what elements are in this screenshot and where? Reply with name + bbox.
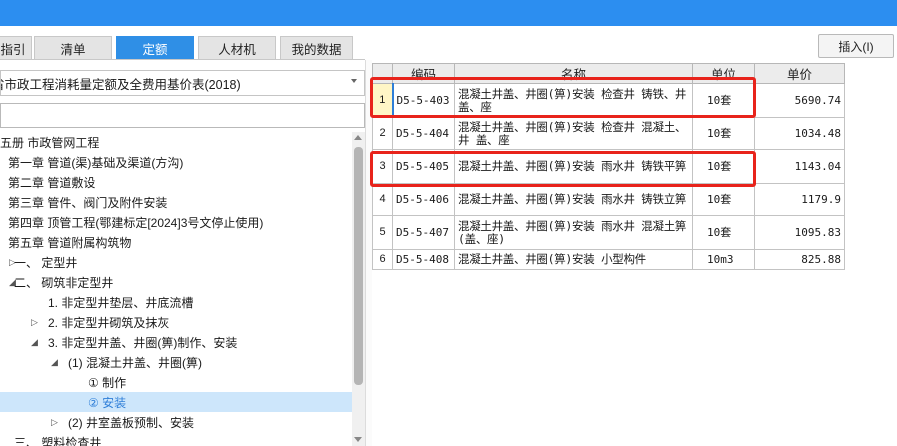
tree-item[interactable]: ▷ 一、 定型井 xyxy=(0,252,352,272)
quota-code-cell[interactable]: D5-5-407 xyxy=(392,215,455,250)
quota-library-selected-value: 省市政工程消耗量定额及全费用基价表(2018) xyxy=(0,77,241,92)
tree-item[interactable]: ◢ (1) 混凝土井盖、井圈(箅) xyxy=(0,352,352,372)
tree-expanded-arrow-icon[interactable]: ◢ xyxy=(51,357,58,368)
scroll-down-arrow-icon[interactable] xyxy=(354,437,362,442)
tab-my-data[interactable]: 我的数据 xyxy=(280,36,353,60)
tree-item-label: 第三章 管件、阀门及附件安装 xyxy=(8,195,168,210)
quota-price-cell[interactable]: 1179.9 xyxy=(754,183,845,216)
quota-code-cell[interactable]: D5-5-404 xyxy=(392,117,455,150)
tab-quota-label: 定额 xyxy=(142,43,168,57)
chevron-down-icon[interactable] xyxy=(351,79,357,83)
tree-item[interactable]: ◢ 3. 非定型井盖、井圈(箅)制作、安装 xyxy=(0,332,352,352)
tree-collapsed-arrow-icon[interactable]: ▷ xyxy=(51,417,58,428)
quota-name-cell[interactable]: 混凝土井盖、井圈(箅)安装 雨水井 混凝土箅(盖、座) xyxy=(454,215,693,250)
tree-item[interactable]: 三、 塑料检查井 xyxy=(0,432,352,446)
quota-name-cell[interactable]: 混凝土井盖、井圈(箅)安装 小型构件 xyxy=(454,249,693,270)
quota-library-select[interactable]: 省市政工程消耗量定额及全费用基价表(2018) xyxy=(0,70,365,96)
tree-item-label: (1) 混凝土井盖、井圈(箅) xyxy=(68,355,202,370)
tree-collapsed-arrow-icon[interactable]: ▷ xyxy=(31,317,38,328)
tree-item-label: (2) 井室盖板预制、安装 xyxy=(68,415,195,430)
tree-item[interactable]: 第四章 顶管工程(鄂建标定[2024]3号文停止使用) xyxy=(0,212,352,232)
tree-item-label: ② 安装 xyxy=(88,395,127,410)
highlight-box-row-1 xyxy=(370,77,756,118)
tree-scrollbar-thumb[interactable] xyxy=(354,147,363,385)
tree-item-label: 三、 塑料检查井 xyxy=(14,435,102,446)
tab-labor-material-machine-label: 人材机 xyxy=(218,43,256,57)
tree-item-label: ① 制作 xyxy=(88,375,127,390)
tree-item-label: 3. 非定型井盖、井圈(箅)制作、安装 xyxy=(48,335,238,350)
row-index-cell[interactable]: 6 xyxy=(372,249,393,270)
title-bar xyxy=(0,0,897,26)
quota-unit-cell[interactable]: 10m3 xyxy=(692,249,755,270)
quota-price-cell[interactable]: 1095.83 xyxy=(754,215,845,250)
tree-item-label: 二、 砌筑非定型井 xyxy=(14,275,114,290)
row-index-cell[interactable]: 5 xyxy=(372,215,393,250)
tree-item[interactable]: ▷ (2) 井室盖板预制、安装 xyxy=(0,412,352,432)
quota-price-cell[interactable]: 825.88 xyxy=(754,249,845,270)
tab-quota[interactable]: 定额 xyxy=(116,36,194,60)
tab-my-data-label: 我的数据 xyxy=(291,43,342,57)
tree-item[interactable]: 第三章 管件、阀门及附件安装 xyxy=(0,192,352,212)
tree-item-label: 一、 定型井 xyxy=(14,255,78,270)
quota-code-cell[interactable]: D5-5-408 xyxy=(392,249,455,270)
table-row[interactable]: 5 D5-5-407 混凝土井盖、井圈(箅)安装 雨水井 混凝土箅(盖、座) 10套 1… xyxy=(372,215,845,250)
quota-unit-cell[interactable]: 10套 xyxy=(692,117,755,150)
tree-item-label: 第四章 顶管工程(鄂建标定[2024]3号文停止使用) xyxy=(8,215,264,230)
tree-item[interactable]: 1. 非定型井垫层、井底流槽 xyxy=(0,292,352,312)
search-input[interactable] xyxy=(0,103,365,128)
quota-price-cell[interactable]: 5690.74 xyxy=(754,83,845,118)
tree-item-label: 第五册 市政管网工程 xyxy=(0,135,100,150)
chapter-tree: 第五册 市政管网工程第一章 管道(渠)基础及渠道(方沟) 第二章 管道敷设第三章 … xyxy=(0,132,352,446)
tree-item[interactable]: ▷ 2. 非定型井砌筑及抹灰 xyxy=(0,312,352,332)
quota-unit-cell[interactable]: 10套 xyxy=(692,183,755,216)
quota-price-cell[interactable]: 1143.04 xyxy=(754,149,845,184)
tree-item-label: 第二章 管道敷设 xyxy=(8,175,96,190)
tab-guide[interactable]: 指引 xyxy=(0,36,32,60)
tree-item[interactable]: 第二章 管道敷设 xyxy=(0,172,352,192)
col-price-header[interactable]: 单价 xyxy=(754,63,845,84)
panel-splitter[interactable] xyxy=(365,60,372,446)
tree-item-label: 第五章 管道附属构筑物 xyxy=(8,235,132,250)
quota-name-cell[interactable]: 混凝土井盖、井圈(箅)安装 雨水井 铸铁立箅 xyxy=(454,183,693,216)
tree-item[interactable]: 第一章 管道(渠)基础及渠道(方沟) xyxy=(0,152,352,172)
quota-name-cell[interactable]: 混凝土井盖、井圈(箅)安装 检查井 混凝土、井 盖、座 xyxy=(454,117,693,150)
tree-item-label: 2. 非定型井砌筑及抹灰 xyxy=(48,315,170,330)
tree-item[interactable]: ① 制作 xyxy=(0,372,352,392)
tree-item[interactable]: 第五章 管道附属构筑物 xyxy=(0,232,352,252)
tab-labor-material-machine[interactable]: 人材机 xyxy=(198,36,276,60)
tree-item[interactable]: ② 安装 xyxy=(0,392,352,412)
tree-item[interactable]: ◢ 二、 砌筑非定型井 xyxy=(0,272,352,292)
tree-expanded-arrow-icon[interactable]: ◢ xyxy=(31,337,38,348)
insert-button-label: 插入(I) xyxy=(838,39,874,54)
scroll-up-arrow-icon[interactable] xyxy=(354,135,362,140)
tab-divider xyxy=(0,59,365,60)
tree-item[interactable]: 第五册 市政管网工程 xyxy=(0,132,352,152)
table-row[interactable]: 6 D5-5-408 混凝土井盖、井圈(箅)安装 小型构件 10m3 825.88 xyxy=(372,249,845,270)
table-row[interactable]: 4 D5-5-406 混凝土井盖、井圈(箅)安装 雨水井 铸铁立箅 10套 1179.9 xyxy=(372,183,845,216)
insert-button[interactable]: 插入(I) xyxy=(818,34,894,58)
tab-bill[interactable]: 清单 xyxy=(34,36,112,60)
quota-price-cell[interactable]: 1034.48 xyxy=(754,117,845,150)
tab-guide-label: 指引 xyxy=(0,43,26,57)
row-index-cell[interactable]: 4 xyxy=(372,183,393,216)
quota-code-cell[interactable]: D5-5-406 xyxy=(392,183,455,216)
highlight-box-row-3 xyxy=(370,151,756,187)
tree-item-label: 1. 非定型井垫层、井底流槽 xyxy=(48,295,194,310)
table-row[interactable]: 2 D5-5-404 混凝土井盖、井圈(箅)安装 检查井 混凝土、井 盖、座 10套 1… xyxy=(372,117,845,150)
row-index-cell[interactable]: 2 xyxy=(372,117,393,150)
quota-unit-cell[interactable]: 10套 xyxy=(692,215,755,250)
tab-bill-label: 清单 xyxy=(60,43,86,57)
tree-item-label: 第一章 管道(渠)基础及渠道(方沟) xyxy=(8,155,184,170)
